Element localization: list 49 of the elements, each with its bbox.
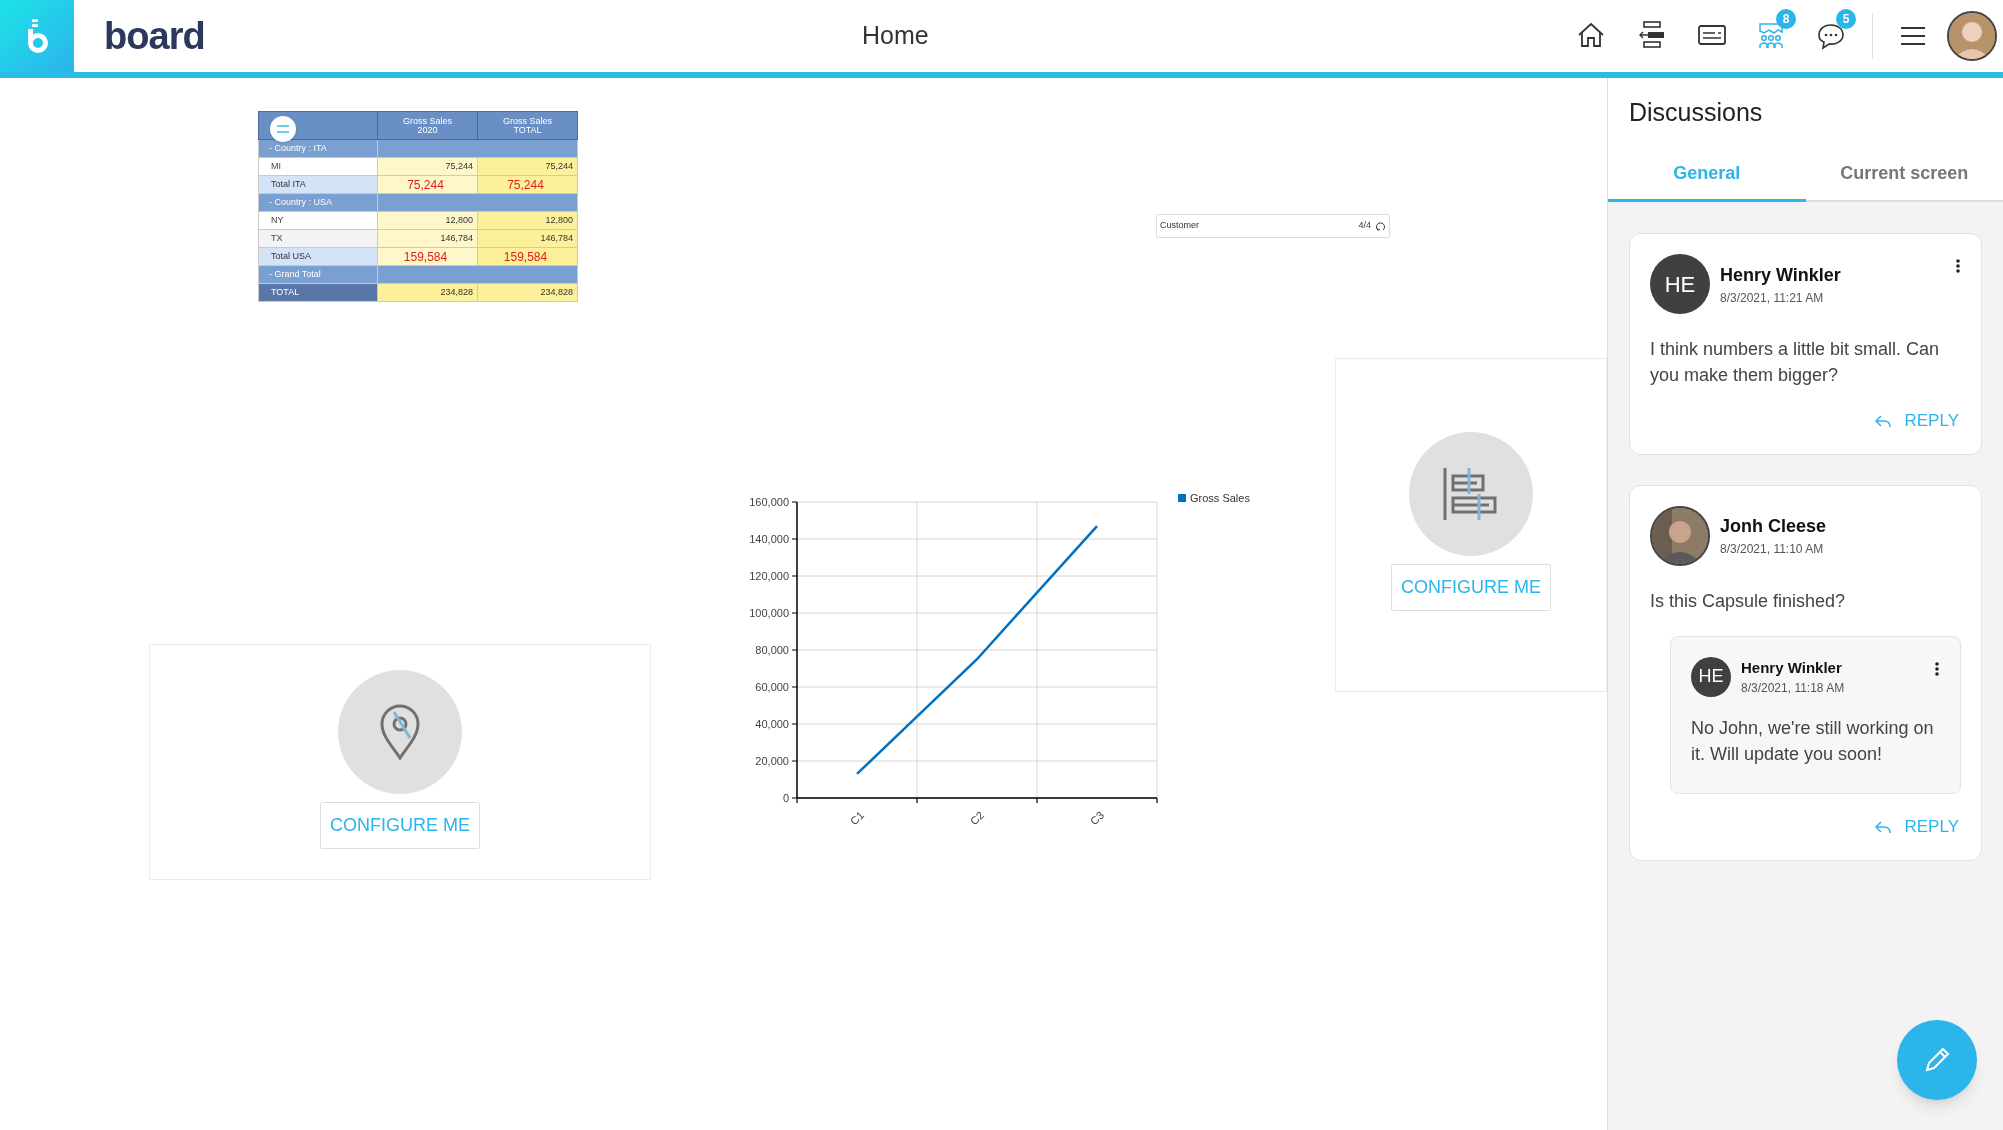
page-title: Home — [862, 20, 929, 52]
axis-tick-label: 120,000 — [749, 570, 789, 582]
comment-text: No John, we're still working on it. Will update you soon! — [1691, 717, 1935, 766]
axis-tick-label: C2 — [967, 808, 987, 828]
reply-icon — [1874, 414, 1891, 427]
legend-label: Gross Sales — [1190, 492, 1250, 504]
axis-tick-label: 80,000 — [755, 644, 789, 656]
selector-label: Customer — [1160, 219, 1200, 233]
author-name: Henry Winkler — [1741, 657, 1843, 678]
timestamp: 8/3/2021, 11:21 AM — [1720, 289, 1825, 307]
axis-tick-label: 100,000 — [749, 607, 789, 619]
reply-button[interactable]: REPLY — [1874, 408, 1959, 434]
axis-tick-label: 60,000 — [755, 681, 789, 693]
reply-icon — [1874, 820, 1891, 833]
menu-icon — [276, 124, 290, 134]
timestamp: 8/3/2021, 11:18 AM — [1741, 680, 1845, 697]
configure-button[interactable]: CONFIGURE ME — [320, 802, 480, 849]
logo-icon — [25, 19, 49, 53]
comment-text: Is this Capsule finished? — [1650, 589, 1847, 613]
axis-tick-label: 140,000 — [749, 533, 789, 545]
more-icon[interactable] — [1955, 258, 1961, 274]
reset-icon[interactable] — [1375, 220, 1386, 232]
configure-button[interactable]: CONFIGURE ME — [1391, 564, 1551, 611]
author-name: Henry Winkler — [1720, 263, 1841, 287]
selector-count: 4/4 — [1358, 219, 1371, 233]
notification-badge: 8 — [1776, 9, 1796, 29]
customer-selector[interactable]: Customer 4/4 — [1156, 214, 1390, 238]
brand-wordmark: board — [104, 17, 205, 55]
initials-avatar: HE — [1691, 656, 1731, 697]
comment-text: I think numbers a little bit small. Can you make them bigger? — [1650, 338, 1941, 387]
timestamp: 8/3/2021, 11:10 AM — [1720, 541, 1825, 558]
axis-tick-label: 0 — [782, 792, 789, 804]
axis-tick-label: C3 — [1087, 808, 1107, 828]
notification-badge: 5 — [1836, 9, 1856, 29]
author-name: Jonh Cleese — [1720, 515, 1827, 538]
panel-tab[interactable]: General — [1608, 148, 1806, 202]
column-header: Gross Sales 2020 — [377, 111, 478, 140]
panel-tab[interactable]: Current screen — [1805, 148, 2003, 202]
user-avatar[interactable] — [1947, 11, 1997, 61]
axis-tick-label: 40,000 — [755, 718, 789, 730]
column-header: Gross Sales TOTAL — [477, 111, 578, 140]
initials-avatar: HE — [1650, 254, 1710, 314]
more-icon[interactable] — [1934, 660, 1940, 677]
panel-title: Discussions — [1629, 97, 1763, 129]
axis-tick-label: 20,000 — [755, 755, 789, 767]
axis-tick-label: 160,000 — [749, 496, 789, 508]
axis-tick-label: C1 — [847, 808, 867, 828]
reply-button[interactable]: REPLY — [1874, 814, 1959, 840]
menu-icon[interactable] — [1900, 26, 1926, 46]
